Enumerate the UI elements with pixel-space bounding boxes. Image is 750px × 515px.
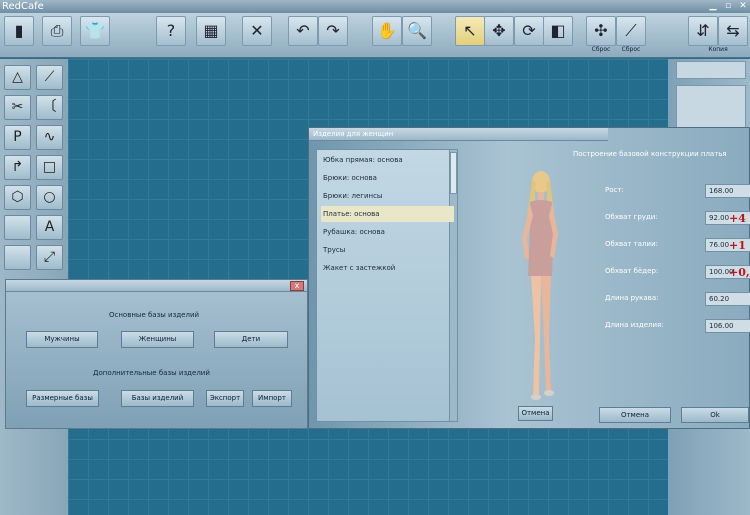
product-list-item[interactable]: Брюки: легинсы [321, 188, 454, 204]
move-icon[interactable]: ✥ [484, 16, 514, 46]
param-label: Обхват талии: [605, 240, 658, 248]
product-list-item[interactable]: Жакет с застежкой [321, 260, 454, 276]
param-value-field[interactable]: 168.00 [705, 184, 750, 198]
mirror-icon[interactable]: ◧ [543, 16, 573, 46]
shirt-icon[interactable]: 👕 [80, 16, 110, 46]
left-tool-2-icon[interactable]: ✂ [4, 95, 31, 120]
param-value-field[interactable]: 60.20 [705, 292, 750, 306]
cancel-small-button[interactable]: Отмена [518, 406, 553, 421]
zoom-icon[interactable]: 🔍 [402, 16, 432, 46]
left-tool-11-icon[interactable]: A [36, 215, 63, 240]
product-list-item[interactable]: Юбка прямая: основа [321, 152, 454, 168]
ok-button[interactable]: Ok [681, 407, 749, 423]
help-icon[interactable]: ? [156, 16, 186, 46]
build-title: Построение базовой конструкции платья [573, 150, 727, 158]
left-tool-5-icon[interactable]: ∿ [36, 125, 63, 150]
app-title: RedCafe [2, 1, 44, 12]
title-bar: RedCafe ▁ ▫ ✕ [0, 0, 750, 13]
women-dialog-header: Изделия для женщин [309, 128, 608, 141]
undo-icon[interactable]: ↶ [288, 16, 318, 46]
copy-label: Копия [708, 46, 728, 53]
reset-label-2: Сброс [621, 46, 641, 53]
print-icon[interactable]: ⎙ [42, 16, 72, 46]
left-tool-9-icon[interactable]: ○ [36, 185, 63, 210]
param-label: Обхват груди: [605, 213, 658, 221]
women-products-dialog: Изделия для женщин Юбка прямая: основа Бр… [308, 127, 750, 429]
param-label: Длина изделия: [605, 321, 664, 329]
children-button[interactable]: Дети [214, 331, 288, 348]
bases-dialog-header [6, 280, 307, 292]
reset-2-icon[interactable]: ⟋ [616, 16, 646, 46]
women-dialog-title: Изделия для женщин [313, 130, 394, 138]
bases-dialog: x Основные базы изделий Мужчины Женщины … [5, 279, 308, 429]
param-label: Обхват бёдер: [605, 267, 659, 275]
women-button[interactable]: Женщины [121, 331, 194, 348]
product-list-item[interactable]: Рубашка: основа [321, 224, 454, 240]
param-allowance: +4 [729, 212, 746, 225]
import-button[interactable]: Импорт [252, 390, 292, 407]
param-allowance: +1 [729, 239, 746, 252]
minimize-button[interactable]: ▁ [707, 0, 719, 12]
product-list-item[interactable]: Брюки: основа [321, 170, 454, 186]
flip-horizontal-icon[interactable]: ⇆ [718, 16, 748, 46]
left-tool-4-icon[interactable]: P [4, 125, 31, 150]
new-icon[interactable]: ▮ [4, 16, 34, 46]
left-tool-6-icon[interactable]: ↱ [4, 155, 31, 180]
model-figure-image [522, 171, 558, 400]
left-tool-0-icon[interactable]: △ [4, 65, 31, 90]
bases-close-button[interactable]: x [290, 281, 304, 291]
size-bases-button[interactable]: Размерные базы [26, 390, 99, 407]
main-bases-title: Основные базы изделий [109, 311, 200, 319]
param-label: Длина рукава: [605, 294, 659, 302]
calculator-icon[interactable]: ▦ [196, 16, 226, 46]
product-list-item[interactable]: Платье: основа [321, 206, 454, 222]
reset-1-icon[interactable]: ✣ [586, 16, 616, 46]
left-tool-8-icon[interactable]: ⬡ [4, 185, 31, 210]
product-list-item[interactable]: Трусы [321, 242, 454, 258]
left-tool-13-icon[interactable]: ⤢ [36, 245, 63, 270]
redo-icon[interactable]: ↷ [318, 16, 348, 46]
param-allowance: +0, [729, 266, 750, 279]
left-tool-7-icon[interactable]: □ [36, 155, 63, 180]
param-label: Рост: [605, 186, 624, 194]
close-window-button[interactable]: ✕ [737, 0, 749, 12]
left-tool-10-icon[interactable] [4, 215, 31, 240]
flip-vertical-icon[interactable]: ⇵ [688, 16, 718, 46]
pointer-icon[interactable]: ↖ [455, 16, 485, 46]
left-tool-12-icon[interactable] [4, 245, 31, 270]
left-tool-3-icon[interactable]: 〔 [36, 95, 63, 120]
men-button[interactable]: Мужчины [26, 331, 98, 348]
rotate-icon[interactable]: ⟳ [514, 16, 544, 46]
param-value-field[interactable]: 106.00 [705, 319, 750, 333]
hand-icon[interactable]: ✋ [372, 16, 402, 46]
right-panel-field[interactable] [676, 61, 746, 79]
maximize-button[interactable]: ▫ [722, 0, 734, 12]
product-list[interactable]: Юбка прямая: основа Брюки: основа Брюки: л… [316, 149, 458, 422]
export-button[interactable]: Экспорт [206, 390, 244, 407]
delete-icon[interactable]: ✕ [242, 16, 272, 46]
extra-bases-title: Дополнительные базы изделий [93, 369, 210, 377]
reset-label-1: Сброс [591, 46, 611, 53]
cancel-button[interactable]: Отмена [599, 407, 671, 423]
left-tool-1-icon[interactable]: ⟋ [36, 65, 63, 90]
main-toolbar: ▮ ⎙ 👕? ▦ ✕ ↶ ↷ ✋ 🔍 ↖ ✥ ⟳ ◧ ✣ ⟋ ⇵ ⇆ Сброс Сброс Копия [0, 13, 750, 58]
product-bases-button[interactable]: Базы изделий [121, 390, 194, 407]
